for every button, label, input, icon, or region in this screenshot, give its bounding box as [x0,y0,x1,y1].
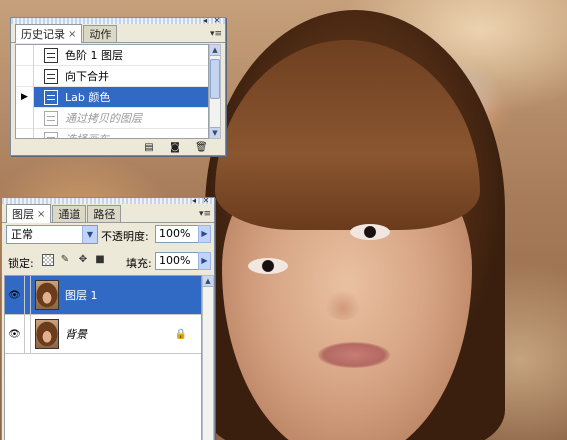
photo-left-eye [248,258,288,274]
history-list: 色阶 1 图层 向下合并 ▶ Lab 颜色 通过拷贝的图层 选择画布 [15,44,209,139]
layer-link-slot[interactable] [25,314,31,354]
panel-menu-icon[interactable]: ▾≡ [199,210,211,219]
chevron-down-icon[interactable]: ▼ [82,226,97,243]
history-item-selected[interactable]: ▶ Lab 颜色 [16,86,208,108]
history-item[interactable]: 向下合并 [16,65,208,87]
layer-name[interactable]: 图层 1 [65,287,98,303]
history-state-icon [44,110,58,126]
lock-transparency-icon[interactable] [42,254,54,266]
opacity-arrow-icon[interactable]: ▶ [198,225,211,243]
scroll-down-icon[interactable]: ▼ [210,127,220,138]
history-state-icon [44,89,58,105]
history-item[interactable]: 通过拷贝的图层 [16,107,208,129]
snapshot-source-checkbox[interactable] [16,128,34,138]
history-panel: ◂ ✕ 历史记录 × 动作 ▾≡ 色阶 1 图层 向下合并 ▶ Lab 颜色 通… [10,17,226,156]
lock-pixels-brush-icon[interactable]: ✎ [59,254,71,266]
tab-history[interactable]: 历史记录 × [15,24,83,43]
history-item-label: 向下合并 [65,70,109,83]
history-item-label: 通过拷贝的图层 [65,112,142,125]
opacity-label: 不透明度: [101,230,149,243]
blend-mode-select[interactable]: 正常 ▼ [6,225,98,244]
history-item-label: 选择画布 [65,131,109,138]
scroll-up-icon[interactable]: ▲ [210,45,220,56]
history-state-icon [44,68,58,84]
tab-label: 动作 [89,28,112,41]
tab-close-icon[interactable]: × [37,209,45,220]
layers-panel: ◂ ✕ 图层 × 通道 路径 ▾≡ 正常 ▼ 不透明度: 100% ▶ 锁定: … [1,197,215,440]
history-item[interactable]: 选择画布 [16,128,208,138]
history-item-label: 色阶 1 图层 [65,49,123,62]
tab-layers[interactable]: 图层 × [6,204,52,223]
history-item[interactable]: 色阶 1 图层 [16,45,208,66]
photo-nose [325,290,361,320]
eye-icon[interactable]: 👁 [5,276,25,315]
fill-input[interactable]: 100% [155,252,200,270]
trash-icon[interactable]: 🗑 [195,142,208,153]
history-scrollbar[interactable]: ▲ ▼ [209,44,221,139]
history-footer: ▤ ◙ 🗑 [143,142,207,153]
tab-channels[interactable]: 通道 [52,205,87,222]
layer-row-selected[interactable]: 👁 图层 1 [5,276,201,315]
panel-menu-icon[interactable]: ▾≡ [210,30,222,39]
fill-label: 填充: [126,257,152,270]
tab-label: 通道 [58,208,81,221]
layer-row[interactable]: 👁 背景 🔒 [5,314,201,354]
tab-label: 历史记录 [21,28,65,41]
tab-close-icon[interactable]: × [68,29,76,40]
layer-thumbnail [35,319,59,349]
lock-icon: 🔒 [174,328,187,340]
layer-name[interactable]: 背景 [65,326,87,342]
snapshot-source-checkbox[interactable] [16,45,34,66]
tab-label: 图层 [12,208,34,221]
lock-label: 锁定: [8,257,34,270]
history-state-icon [44,47,58,63]
tab-paths[interactable]: 路径 [87,205,122,222]
tab-actions[interactable]: 动作 [83,25,118,42]
snapshot-source-checkbox[interactable] [16,65,34,87]
layer-link-slot[interactable] [25,276,31,315]
eye-icon[interactable]: 👁 [5,314,25,354]
layer-list: 👁 图层 1 👁 背景 🔒 [4,275,202,440]
new-document-icon[interactable]: ▤ [143,142,155,153]
opacity-input[interactable]: 100% [155,225,200,243]
layers-scrollbar[interactable]: ▲ [202,275,214,440]
lock-position-move-icon[interactable]: ✥ [77,254,89,266]
camera-icon[interactable]: ◙ [169,142,181,153]
blend-mode-value: 正常 [11,228,33,241]
history-state-icon [44,131,58,138]
history-item-label: Lab 颜色 [65,91,111,104]
history-tabs: 历史记录 × 动作 ▾≡ [11,24,225,43]
layer-thumbnail [35,280,59,310]
history-state-slider-icon[interactable]: ▶ [16,86,34,108]
snapshot-source-checkbox[interactable] [16,107,34,129]
layers-tabs: 图层 × 通道 路径 ▾≡ [2,204,214,223]
tab-label: 路径 [93,208,116,221]
photo-right-eye [350,224,390,240]
opacity-value: 100% [159,227,191,240]
fill-value: 100% [159,254,191,267]
lock-all-icon[interactable]: ■ [94,254,106,266]
fill-arrow-icon[interactable]: ▶ [198,252,211,270]
photo-mouth [318,342,390,368]
scroll-up-icon[interactable]: ▲ [203,276,213,287]
scroll-thumb[interactable] [210,59,220,99]
